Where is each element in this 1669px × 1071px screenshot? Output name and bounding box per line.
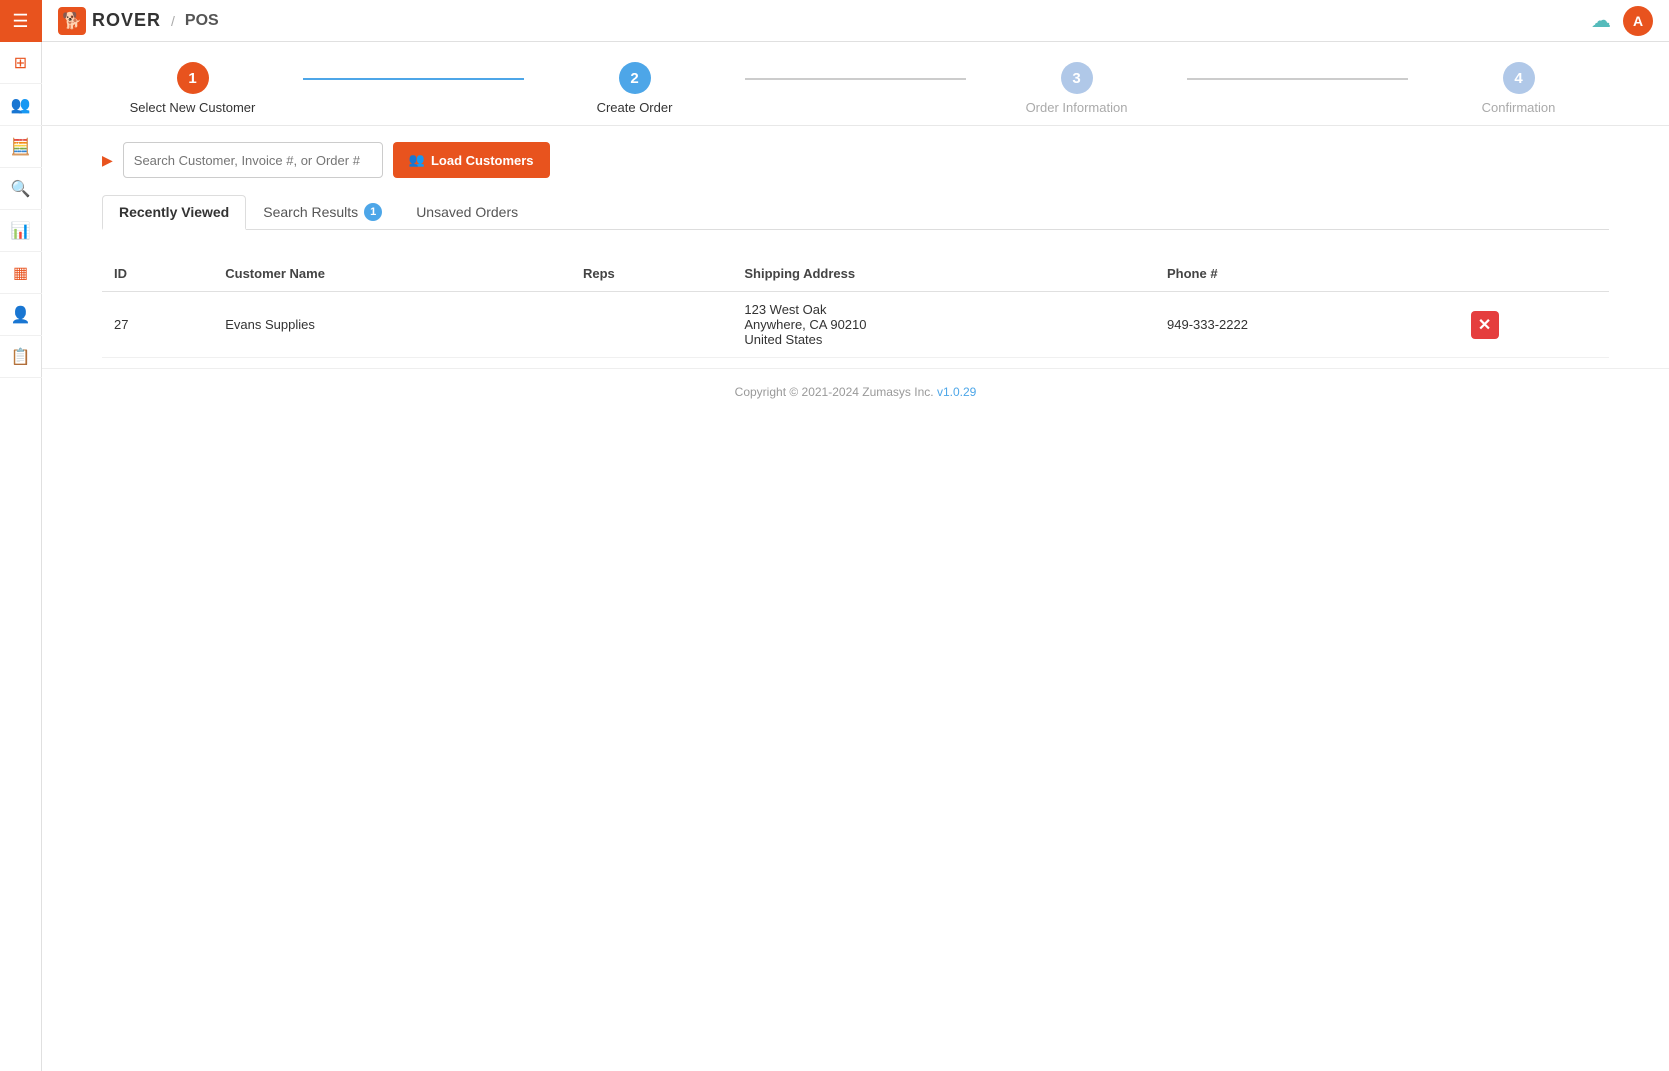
chart-icon: 📊 [11,221,31,241]
address-line2: Anywhere, CA 90210 [744,317,866,332]
tab-unsaved-orders[interactable]: Unsaved Orders [399,195,535,228]
step-3: 3 Order Information [966,62,1187,115]
sidebar-item-report[interactable]: 📋 [0,336,42,378]
hamburger-icon: ☰ [12,11,28,32]
customer-reps [571,292,732,358]
search-row: ▶ 👥 Load Customers [102,142,1609,178]
table-container: ID Customer Name Reps Shipping Address P… [42,246,1669,368]
step-2-circle: 2 [619,62,651,94]
table-row: 27 Evans Supplies 123 West Oak Anywhere,… [102,292,1609,358]
app-subtitle: POS [185,12,219,30]
col-customer-name: Customer Name [213,256,571,292]
col-shipping-address: Shipping Address [732,256,1155,292]
tab-search-results[interactable]: Search Results 1 [246,194,399,229]
app-title: ROVER [92,10,161,31]
users-icon: 👥 [11,95,31,115]
cloud-icon[interactable]: ☁ [1591,8,1611,33]
step-2-label: Create Order [597,100,673,115]
col-actions [1459,256,1609,292]
remove-customer-button[interactable]: ✕ [1471,311,1499,339]
address-line1: 123 West Oak [744,302,826,317]
load-customers-button[interactable]: 👥 Load Customers [393,142,550,178]
col-id: ID [102,256,213,292]
load-customers-people-icon: 👥 [409,152,425,168]
main-container: 🐕 ROVER / POS ☁ A 1 Select New Customer … [42,0,1669,1071]
header-right: ☁ A [1591,6,1653,36]
table-body: 27 Evans Supplies 123 West Oak Anywhere,… [102,292,1609,358]
customer-id: 27 [102,292,213,358]
step-1-label: Select New Customer [130,100,256,115]
sidebar-item-person[interactable]: 👤 [0,294,42,336]
sidebar-item-dashboard[interactable]: ⊞ [0,42,42,84]
logo-divider: / [171,13,175,29]
table-header-row: ID Customer Name Reps Shipping Address P… [102,256,1609,292]
report-icon: 📋 [11,347,31,367]
tab-recently-viewed[interactable]: Recently Viewed [102,195,246,230]
step-2: 2 Create Order [524,62,745,115]
step-1-circle: 1 [177,62,209,94]
search-results-badge: 1 [364,203,382,221]
sidebar-menu-button[interactable]: ☰ [0,0,42,42]
version-link[interactable]: v1.0.29 [937,385,976,399]
sidebar-item-users[interactable]: 👥 [0,84,42,126]
step-line-3 [1187,78,1408,80]
step-line-2 [745,78,966,80]
step-4: 4 Confirmation [1408,62,1629,115]
sidebar-item-chart[interactable]: 📊 [0,210,42,252]
step-line-1 [303,78,524,80]
step-3-circle: 3 [1061,62,1093,94]
step-4-label: Confirmation [1482,100,1556,115]
step-4-circle: 4 [1503,62,1535,94]
address-line3: United States [744,332,822,347]
search-input[interactable] [123,142,383,178]
content-area: 1 Select New Customer 2 Create Order 3 O… [42,42,1669,1071]
search-arrow-icon: ▶ [102,152,113,169]
stepper: 1 Select New Customer 2 Create Order 3 O… [42,42,1669,126]
person-icon: 👤 [11,305,31,325]
customer-actions: ✕ [1459,292,1609,358]
sidebar: ☰ ⊞ 👥 🧮 🔍 📊 ▦ 👤 📋 [0,0,42,1071]
header: 🐕 ROVER / POS ☁ A [42,0,1669,42]
barcode-icon: ▦ [13,263,28,283]
avatar[interactable]: A [1623,6,1653,36]
step-3-label: Order Information [1026,100,1128,115]
customer-phone: 949-333-2222 [1155,292,1459,358]
customers-table: ID Customer Name Reps Shipping Address P… [102,256,1609,358]
step-1: 1 Select New Customer [82,62,303,115]
col-phone: Phone # [1155,256,1459,292]
customer-search-area: ▶ 👥 Load Customers Recently Viewed Searc… [42,126,1669,246]
sidebar-item-search[interactable]: 🔍 [0,168,42,210]
customer-shipping-address: 123 West Oak Anywhere, CA 90210 United S… [732,292,1155,358]
logo-area: 🐕 ROVER / POS [58,7,1583,35]
sidebar-item-barcode[interactable]: ▦ [0,252,42,294]
customer-name: Evans Supplies [213,292,571,358]
footer: Copyright © 2021-2024 Zumasys Inc. v1.0.… [42,368,1669,415]
col-reps: Reps [571,256,732,292]
sidebar-item-calculator[interactable]: 🧮 [0,126,42,168]
logo-dog-icon: 🐕 [58,7,86,35]
tabs: Recently Viewed Search Results 1 Unsaved… [102,194,1609,230]
search-icon: 🔍 [11,179,31,199]
copyright-text: Copyright © 2021-2024 Zumasys Inc. [735,385,934,399]
dashboard-icon: ⊞ [14,53,27,73]
calculator-icon: 🧮 [11,137,31,157]
